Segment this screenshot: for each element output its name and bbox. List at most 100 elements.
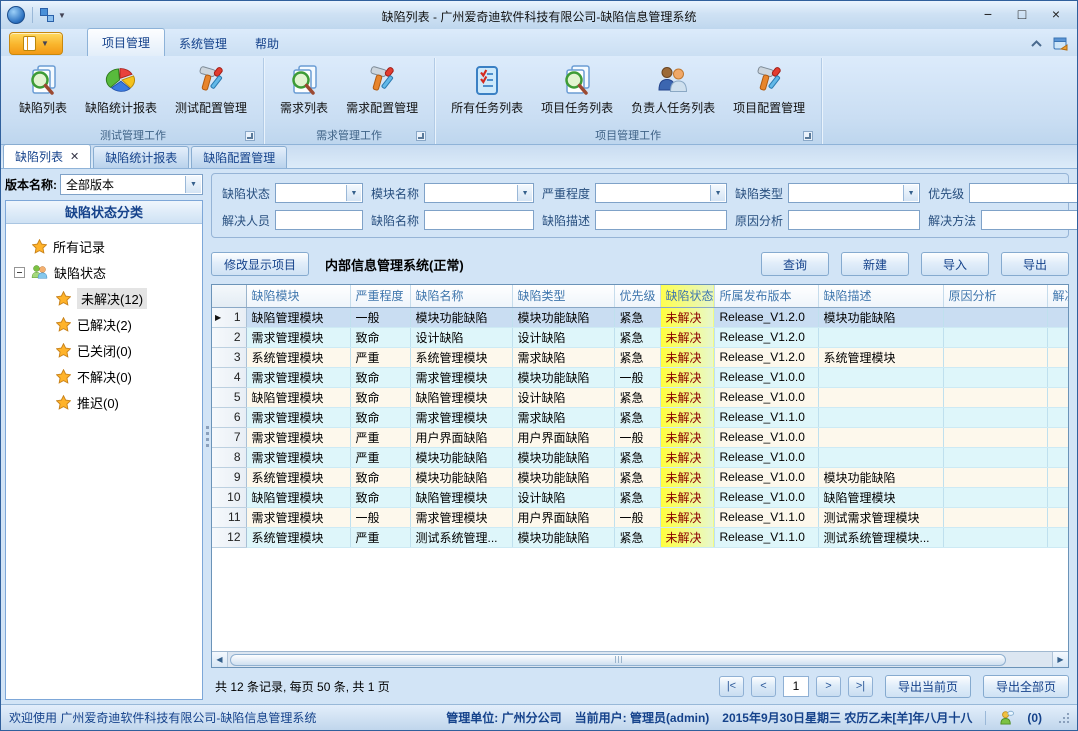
cell-solution[interactable] xyxy=(1047,447,1069,467)
cell-solution[interactable] xyxy=(1047,327,1069,347)
cell-module[interactable]: 需求管理模块 xyxy=(246,327,350,347)
cell-description[interactable]: 测试需求管理模块 xyxy=(818,507,943,527)
filter-defect-status-select[interactable]: ▼ xyxy=(275,183,363,203)
cell-description[interactable] xyxy=(818,327,943,347)
modify-display-items-button[interactable]: 修改显示项目 xyxy=(211,252,309,276)
column-header-type[interactable]: 缺陷类型 xyxy=(512,285,614,307)
cell-priority[interactable]: 紧急 xyxy=(614,387,660,407)
scroll-right-icon[interactable]: ▶ xyxy=(1052,652,1068,667)
cell-description[interactable] xyxy=(818,447,943,467)
row-indicator[interactable]: 4 xyxy=(212,367,246,387)
sidebar-splitter[interactable] xyxy=(203,169,211,704)
collapse-ribbon-icon[interactable] xyxy=(1030,39,1043,48)
cell-priority[interactable]: 一般 xyxy=(614,367,660,387)
cell-solution[interactable] xyxy=(1047,487,1069,507)
last-page-button[interactable]: >| xyxy=(848,676,873,697)
cell-description[interactable] xyxy=(818,387,943,407)
cell-status[interactable]: 未解决 xyxy=(660,467,714,487)
table-row[interactable]: 9系统管理模块致命模块功能缺陷模块功能缺陷紧急未解决Release_V1.0.0… xyxy=(212,467,1069,487)
cell-name[interactable]: 模块功能缺陷 xyxy=(410,447,512,467)
cell-status[interactable]: 未解决 xyxy=(660,407,714,427)
column-header-version[interactable]: 所属发布版本 xyxy=(714,285,818,307)
cell-status[interactable]: 未解决 xyxy=(660,347,714,367)
cell-solution[interactable] xyxy=(1047,307,1069,327)
cell-module[interactable]: 缺陷管理模块 xyxy=(246,387,350,407)
cell-name[interactable]: 需求管理模块 xyxy=(410,507,512,527)
row-indicator[interactable]: 8 xyxy=(212,447,246,467)
cell-type[interactable]: 模块功能缺陷 xyxy=(512,447,614,467)
row-indicator[interactable]: 6 xyxy=(212,407,246,427)
cell-cause[interactable] xyxy=(943,467,1047,487)
cell-version[interactable]: Release_V1.0.0 xyxy=(714,427,818,447)
cell-description[interactable] xyxy=(818,367,943,387)
cell-severity[interactable]: 致命 xyxy=(350,467,410,487)
cell-version[interactable]: Release_V1.0.0 xyxy=(714,467,818,487)
table-row[interactable]: 2需求管理模块致命设计缺陷设计缺陷紧急未解决Release_V1.2.0 xyxy=(212,327,1069,347)
cell-severity[interactable]: 致命 xyxy=(350,327,410,347)
cell-status[interactable]: 未解决 xyxy=(660,447,714,467)
cell-type[interactable]: 需求缺陷 xyxy=(512,347,614,367)
cell-severity[interactable]: 严重 xyxy=(350,427,410,447)
filter-defect-desc-input[interactable] xyxy=(595,210,727,230)
cell-solution[interactable] xyxy=(1047,467,1069,487)
cell-priority[interactable]: 紧急 xyxy=(614,467,660,487)
cell-cause[interactable] xyxy=(943,367,1047,387)
cell-module[interactable]: 需求管理模块 xyxy=(246,407,350,427)
ribbon-button-owner-tasks[interactable]: 负责人任务列表 xyxy=(622,61,724,118)
cell-cause[interactable] xyxy=(943,527,1047,547)
cell-cause[interactable] xyxy=(943,327,1047,347)
cell-severity[interactable]: 严重 xyxy=(350,347,410,367)
column-header-name[interactable]: 缺陷名称 xyxy=(410,285,512,307)
cell-priority[interactable]: 一般 xyxy=(614,507,660,527)
column-header-description[interactable]: 缺陷描述 xyxy=(818,285,943,307)
table-row[interactable]: 7需求管理模块严重用户界面缺陷用户界面缺陷一般未解决Release_V1.0.0 xyxy=(212,427,1069,447)
ribbon-tab-1[interactable]: 系统管理 xyxy=(165,30,241,56)
filter-severity-select[interactable]: ▼ xyxy=(595,183,727,203)
resize-grip-icon[interactable] xyxy=(1059,713,1069,723)
row-indicator[interactable]: 10 xyxy=(212,487,246,507)
cell-severity[interactable]: 一般 xyxy=(350,307,410,327)
table-row[interactable]: 4需求管理模块致命需求管理模块模块功能缺陷一般未解决Release_V1.0.0 xyxy=(212,367,1069,387)
cell-description[interactable]: 缺陷管理模块 xyxy=(818,487,943,507)
table-row[interactable]: 12系统管理模块严重测试系统管理...模块功能缺陷紧急未解决Release_V1… xyxy=(212,527,1069,547)
cell-priority[interactable]: 紧急 xyxy=(614,487,660,507)
filter-defect-type-select[interactable]: ▼ xyxy=(788,183,920,203)
cell-version[interactable]: Release_V1.2.0 xyxy=(714,327,818,347)
query-button[interactable]: 查询 xyxy=(761,252,829,276)
cell-priority[interactable]: 紧急 xyxy=(614,447,660,467)
cell-cause[interactable] xyxy=(943,427,1047,447)
cell-name[interactable]: 缺陷管理模块 xyxy=(410,387,512,407)
cell-solution[interactable] xyxy=(1047,347,1069,367)
cell-type[interactable]: 设计缺陷 xyxy=(512,487,614,507)
cell-description[interactable] xyxy=(818,407,943,427)
tree-item-all-records[interactable]: 所有记录 xyxy=(8,233,200,259)
cell-solution[interactable] xyxy=(1047,507,1069,527)
document-tab-0[interactable]: 缺陷列表✕ xyxy=(3,144,91,168)
cell-module[interactable]: 需求管理模块 xyxy=(246,507,350,527)
cell-module[interactable]: 系统管理模块 xyxy=(246,527,350,547)
cell-version[interactable]: Release_V1.1.0 xyxy=(714,407,818,427)
horizontal-scrollbar[interactable]: ◀ ▶ xyxy=(212,651,1068,667)
cell-module[interactable]: 系统管理模块 xyxy=(246,467,350,487)
new-button[interactable]: 新建 xyxy=(841,252,909,276)
cell-description[interactable]: 模块功能缺陷 xyxy=(818,307,943,327)
cell-cause[interactable] xyxy=(943,507,1047,527)
cell-description[interactable]: 系统管理模块 xyxy=(818,347,943,367)
tree-item-resolved[interactable]: 已解决(2) xyxy=(8,311,200,337)
prev-page-button[interactable]: < xyxy=(751,676,776,697)
cell-priority[interactable]: 紧急 xyxy=(614,407,660,427)
cell-solution[interactable] xyxy=(1047,407,1069,427)
column-header-severity[interactable]: 严重程度 xyxy=(350,285,410,307)
cell-name[interactable]: 测试系统管理... xyxy=(410,527,512,547)
cell-type[interactable]: 设计缺陷 xyxy=(512,327,614,347)
cell-status[interactable]: 未解决 xyxy=(660,527,714,547)
close-button[interactable]: × xyxy=(1041,5,1071,25)
document-tab-2[interactable]: 缺陷配置管理 xyxy=(191,146,287,168)
cell-type[interactable]: 模块功能缺陷 xyxy=(512,307,614,327)
ribbon-button-requirement-list[interactable]: 需求列表 xyxy=(271,61,337,118)
cell-version[interactable]: Release_V1.1.0 xyxy=(714,527,818,547)
row-indicator[interactable]: 7 xyxy=(212,427,246,447)
cell-status[interactable]: 未解决 xyxy=(660,307,714,327)
cell-version[interactable]: Release_V1.0.0 xyxy=(714,387,818,407)
cell-severity[interactable]: 致命 xyxy=(350,387,410,407)
